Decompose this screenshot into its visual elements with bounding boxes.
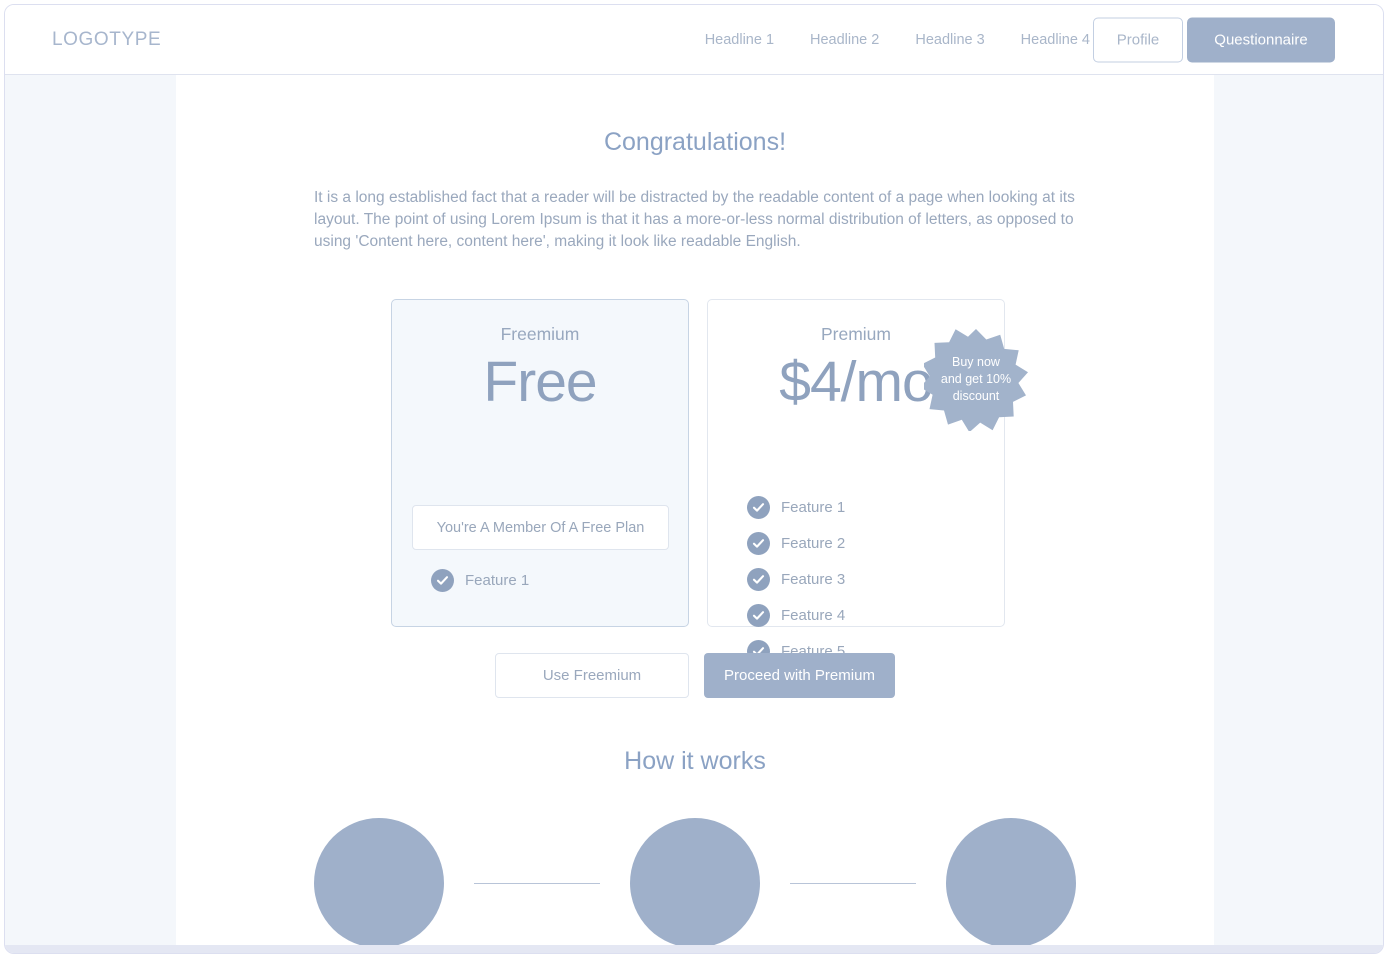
footer-strip: [5, 945, 1383, 953]
check-circle-icon: [747, 604, 770, 627]
list-item: Feature 1: [431, 569, 727, 592]
how-it-works-title: How it works: [624, 747, 766, 775]
proceed-with-premium-button[interactable]: Proceed with Premium: [704, 653, 895, 698]
feature-label: Feature 1: [781, 499, 846, 516]
feature-label: Feature 2: [781, 535, 846, 552]
step-circle-3: [946, 818, 1076, 947]
step-connector-1: [474, 882, 600, 884]
profile-button[interactable]: Profile: [1093, 17, 1183, 62]
feature-label: Feature 3: [781, 571, 846, 588]
nav-link-headline-4[interactable]: Headline 4: [1021, 32, 1090, 48]
top-navigation-bar: LOGOTYPE Headline 1 Headline 2 Headline …: [5, 5, 1383, 75]
nav-action-buttons: Profile Questionnaire: [1093, 17, 1335, 62]
check-circle-icon: [747, 532, 770, 555]
freemium-membership-note: You're A Member Of A Free Plan: [412, 505, 669, 550]
step-circle-2: [630, 818, 760, 947]
pricing-cards: Freemium Free You're A Member Of A Free …: [176, 299, 1214, 663]
nav-links: Headline 1 Headline 2 Headline 3 Headlin…: [705, 32, 1090, 48]
app-window: LOGOTYPE Headline 1 Headline 2 Headline …: [4, 4, 1384, 954]
how-it-works-steps: [176, 813, 1214, 947]
nav-link-headline-3[interactable]: Headline 3: [915, 32, 984, 48]
list-item: Feature 2: [747, 532, 1043, 555]
step-circle-1: [314, 818, 444, 947]
hero-paragraph: It is a long established fact that a rea…: [314, 189, 1075, 250]
check-circle-icon: [747, 496, 770, 519]
nav-link-headline-2[interactable]: Headline 2: [810, 32, 879, 48]
check-circle-icon: [747, 568, 770, 591]
list-item: Feature 4: [747, 604, 1043, 627]
cta-button-row: Use Freemium Proceed with Premium: [176, 653, 1214, 698]
freemium-feature-list: Feature 1: [431, 569, 727, 605]
check-circle-icon: [431, 569, 454, 592]
page-body: Congratulations! It is a long establishe…: [5, 75, 1383, 947]
feature-label: Feature 1: [465, 572, 530, 589]
step-connector-2: [790, 882, 916, 884]
freemium-plan-price: Free: [483, 350, 597, 414]
content-column: Congratulations! It is a long establishe…: [176, 75, 1214, 947]
logotype[interactable]: LOGOTYPE: [52, 29, 161, 51]
list-item: Feature 3: [747, 568, 1043, 591]
questionnaire-button[interactable]: Questionnaire: [1187, 17, 1335, 62]
discount-badge[interactable]: Buy now and get 10% discount: [924, 327, 1028, 431]
use-freemium-button[interactable]: Use Freemium: [495, 653, 689, 698]
premium-feature-list: Feature 1 Feature 2 Feature 3 Feature 4 …: [747, 496, 1043, 676]
pricing-card-freemium[interactable]: Freemium Free You're A Member Of A Free …: [391, 299, 689, 627]
feature-label: Feature 4: [781, 607, 846, 624]
list-item: Feature 1: [747, 496, 1043, 519]
page-title: Congratulations!: [603, 128, 787, 156]
nav-link-headline-1[interactable]: Headline 1: [705, 32, 774, 48]
freemium-plan-name: Freemium: [500, 324, 580, 344]
